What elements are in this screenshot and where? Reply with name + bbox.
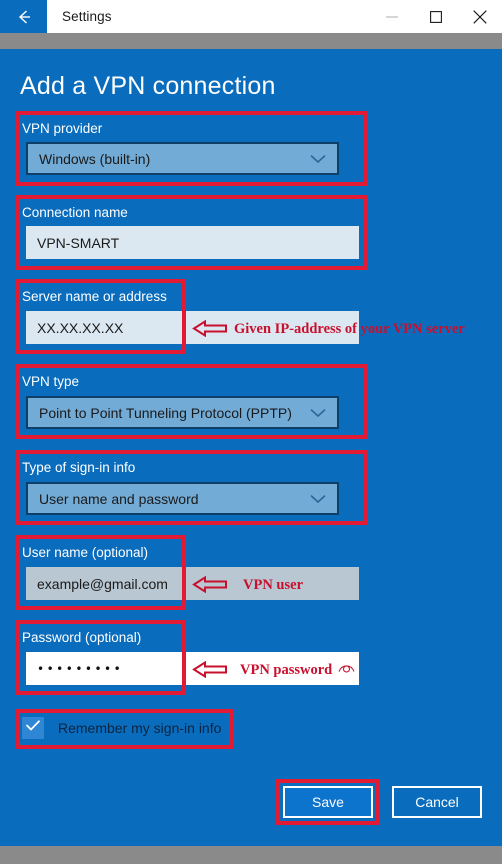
remember-signin-checkbox[interactable]: Remember my sign-in info [22, 717, 221, 739]
window-controls [370, 0, 502, 33]
connection-name-value: VPN-SMART [37, 234, 120, 251]
cancel-button[interactable]: Cancel [392, 786, 482, 818]
server-address-value: XX.XX.XX.XX [37, 319, 124, 336]
vpn-type-label: VPN type [22, 374, 80, 389]
settings-window: Settings Add a VPN connection VPN provid… [0, 0, 502, 864]
cancel-button-label: Cancel [415, 794, 459, 810]
close-button[interactable] [458, 0, 502, 33]
window-title: Settings [62, 9, 112, 24]
vpn-provider-value: Windows (built-in) [39, 150, 151, 167]
server-address-label: Server name or address [22, 289, 167, 304]
back-button[interactable] [0, 0, 47, 33]
vpn-settings-page: Add a VPN connection VPN provider Window… [0, 49, 502, 846]
checkmark-icon [25, 719, 41, 737]
minimize-icon [386, 11, 398, 23]
annotation-text-password: VPN password [240, 662, 333, 678]
user-name-label: User name (optional) [22, 545, 149, 560]
maximize-icon [430, 10, 442, 23]
remember-signin-label: Remember my sign-in info [58, 720, 222, 736]
annotation-text-server: Given IP-address of your VPN server [234, 321, 465, 337]
eye-icon[interactable] [338, 660, 355, 679]
chevron-down-icon [310, 491, 326, 507]
chevron-down-icon [310, 405, 326, 421]
close-icon [473, 9, 487, 24]
connection-name-label: Connection name [22, 205, 128, 220]
left-arrow-icon [192, 319, 228, 342]
vpn-provider-label: VPN provider [22, 121, 103, 136]
left-arrow-icon [192, 575, 228, 598]
signin-type-value: User name and password [39, 490, 199, 507]
page-title: Add a VPN connection [20, 72, 276, 100]
vpn-provider-dropdown[interactable]: Windows (built-in) [26, 142, 339, 175]
annotation-text-user: VPN user [243, 577, 304, 593]
password-label: Password (optional) [22, 630, 142, 645]
maximize-button[interactable] [414, 0, 458, 33]
chevron-down-icon [310, 151, 326, 167]
save-button[interactable]: Save [283, 786, 373, 818]
vpn-type-dropdown[interactable]: Point to Point Tunneling Protocol (PPTP) [26, 396, 339, 429]
window-bottom-strip [0, 846, 502, 864]
save-button-label: Save [312, 794, 344, 810]
user-name-value: example@gmail.com [37, 575, 168, 592]
title-bar: Settings [0, 0, 502, 33]
signin-type-dropdown[interactable]: User name and password [26, 482, 339, 515]
connection-name-input[interactable]: VPN-SMART [26, 226, 359, 259]
left-arrow-icon [192, 660, 228, 683]
vpn-type-value: Point to Point Tunneling Protocol (PPTP) [39, 404, 292, 421]
signin-type-label: Type of sign-in info [22, 460, 136, 475]
checkbox-box[interactable] [22, 717, 44, 739]
password-value: ••••••••• [37, 661, 124, 676]
back-arrow-icon [13, 6, 35, 28]
minimize-button[interactable] [370, 0, 414, 33]
window-chrome-strip [0, 33, 502, 49]
